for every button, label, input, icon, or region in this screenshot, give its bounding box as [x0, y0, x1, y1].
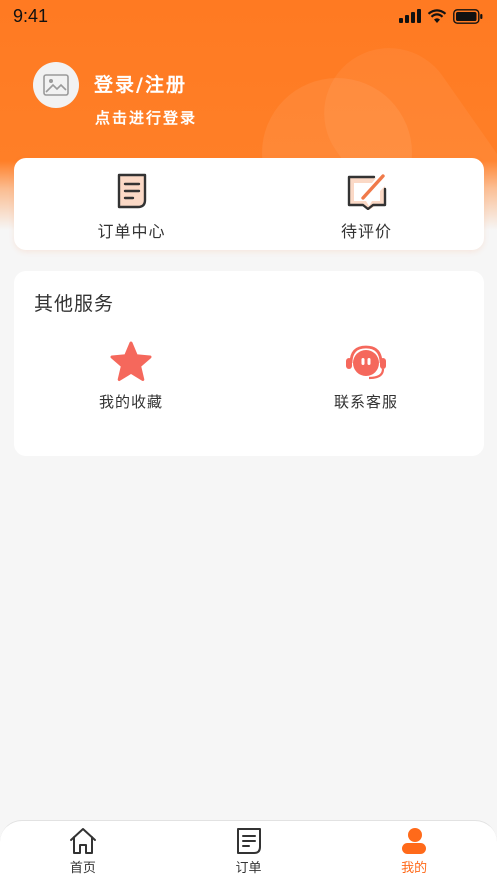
- cellular-signal-icon: [399, 9, 421, 23]
- status-icons: [399, 8, 483, 24]
- status-bar: 9:41: [0, 0, 497, 32]
- pending-review-button[interactable]: 待评价: [249, 158, 484, 250]
- star-icon: [110, 341, 152, 381]
- avatar[interactable]: [33, 62, 79, 108]
- login-title[interactable]: 登录/注册: [94, 70, 187, 97]
- order-document-icon: [117, 173, 146, 209]
- tab-orders[interactable]: 订单: [166, 821, 332, 883]
- home-icon: [69, 828, 96, 854]
- review-edit-icon: [347, 174, 386, 210]
- profile-icon: [402, 828, 427, 854]
- tab-orders-label: 订单: [235, 861, 262, 876]
- order-center-label: 订单中心: [97, 222, 166, 241]
- order-card: 订单中心 待评价: [14, 158, 484, 250]
- order-center-button[interactable]: 订单中心: [14, 158, 249, 250]
- status-time: 9:41: [13, 5, 49, 26]
- tab-home-label: 首页: [69, 861, 96, 876]
- other-services-card: 其他服务 我的收藏 联系客服: [14, 271, 484, 456]
- services-title: 其他服务: [34, 293, 115, 315]
- pending-review-label: 待评价: [340, 222, 392, 241]
- favorites-label: 我的收藏: [98, 393, 163, 411]
- customer-service-button[interactable]: 联系客服: [291, 341, 441, 412]
- favorites-button[interactable]: 我的收藏: [56, 341, 206, 412]
- wifi-icon: [427, 8, 447, 23]
- tab-profile[interactable]: 我的: [331, 821, 497, 883]
- battery-icon: [453, 8, 483, 24]
- tab-profile-label: 我的: [401, 861, 428, 876]
- bottom-tab-bar: 首页 订单 我的: [0, 820, 497, 883]
- customer-service-label: 联系客服: [333, 393, 398, 411]
- image-placeholder-icon: [43, 74, 69, 96]
- customer-service-icon: [346, 345, 386, 380]
- login-subtitle[interactable]: 点击进行登录: [95, 107, 197, 128]
- tab-home[interactable]: 首页: [0, 821, 166, 883]
- order-icon: [236, 828, 261, 854]
